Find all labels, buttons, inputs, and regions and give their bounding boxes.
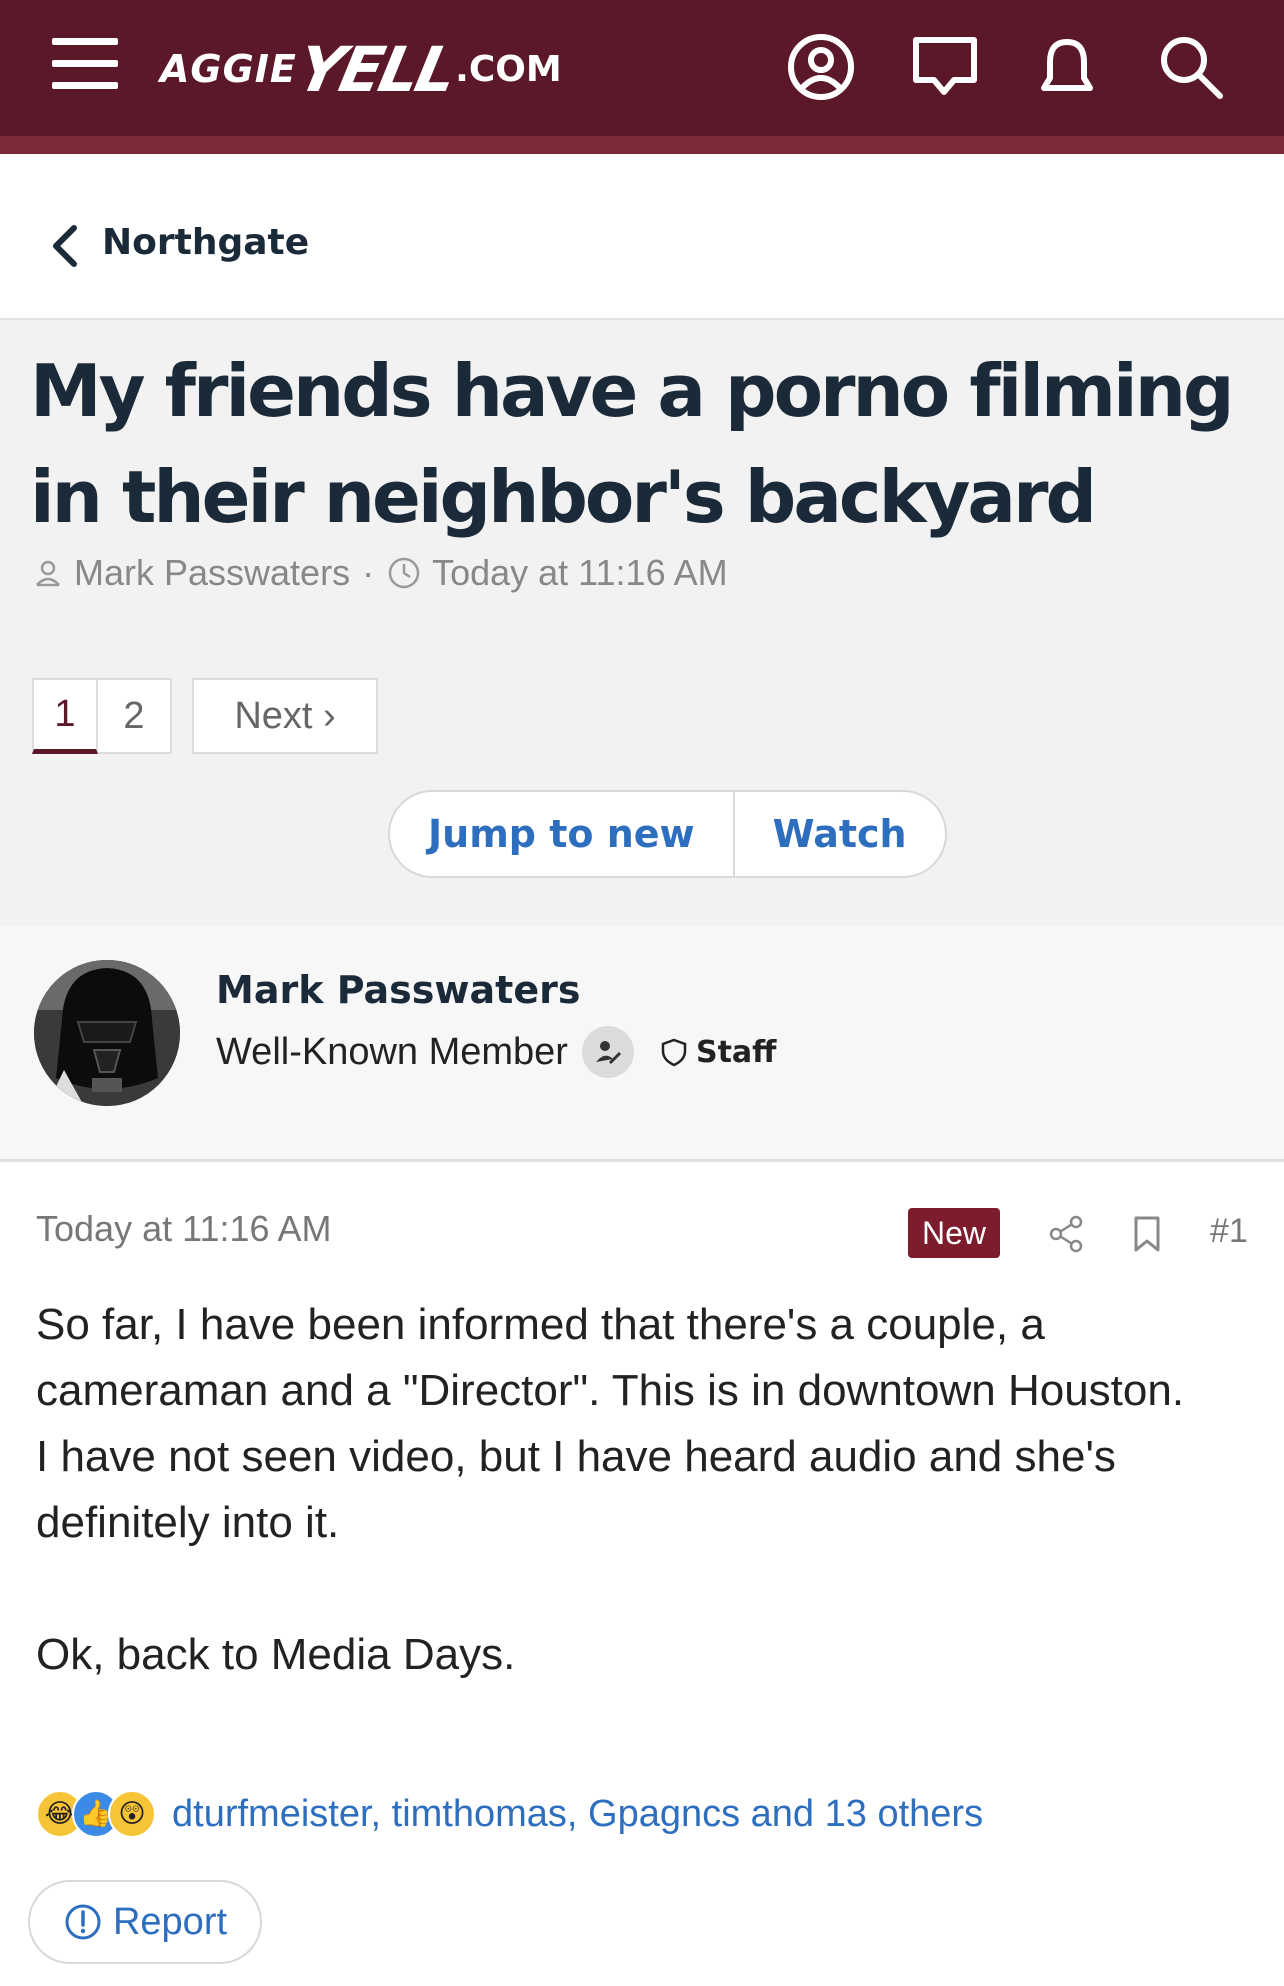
alert-circle-icon xyxy=(65,1904,101,1940)
thread-meta: Mark Passwaters · Today at 11:16 AM xyxy=(32,552,728,594)
wow-emoji-icon: 😲 xyxy=(108,1790,156,1838)
pagination: 1 2 Next › xyxy=(32,678,378,754)
thread-time[interactable]: Today at 11:16 AM xyxy=(432,552,728,594)
logo-text-yell: YELL xyxy=(291,32,461,106)
conversations-icon[interactable] xyxy=(904,26,986,108)
logo-text-com: .COM xyxy=(455,48,562,90)
reactions-list[interactable]: dturfmeister, timthomas, Gpagncs and 13 … xyxy=(172,1793,983,1836)
breadcrumb-label[interactable]: Northgate xyxy=(102,222,309,263)
shield-icon xyxy=(661,1038,687,1067)
thread-action-bar: Jump to new Watch xyxy=(388,790,947,878)
avatar-image xyxy=(34,960,180,1106)
page-1-link[interactable]: 1 xyxy=(32,678,98,754)
search-icon[interactable] xyxy=(1150,26,1232,108)
logo-text-aggie: AGGIE xyxy=(160,47,297,91)
staff-label: Staff xyxy=(695,1034,777,1070)
clock-icon xyxy=(388,557,420,589)
account-icon[interactable] xyxy=(780,26,862,108)
site-logo[interactable]: AGGIE YELL .COM xyxy=(160,32,562,106)
new-badge: New xyxy=(908,1208,1001,1258)
page-2-link[interactable]: 2 xyxy=(98,678,172,754)
chevron-left-icon xyxy=(53,225,77,267)
meta-separator: · xyxy=(362,552,375,593)
avatar[interactable] xyxy=(34,960,180,1106)
reactions-bar[interactable]: 😂 👍 😲 dturfmeister, timthomas, Gpagncs a… xyxy=(36,1790,983,1838)
user-title: Well-Known Member xyxy=(216,1030,568,1073)
member-badge-icon xyxy=(581,1026,634,1078)
user-role-line: Well-Known Member Staff xyxy=(216,1026,776,1078)
bookmark-icon[interactable] xyxy=(1130,1214,1164,1254)
post-username[interactable]: Mark Passwaters xyxy=(216,968,580,1012)
post-user-block: Mark Passwaters Well-Known Member Staff xyxy=(0,926,1284,1162)
alerts-icon[interactable] xyxy=(1026,26,1108,108)
post-body: So far, I have been informed that there'… xyxy=(36,1300,1185,1679)
top-navbar: AGGIE YELL .COM xyxy=(0,0,1284,154)
thread-author[interactable]: Mark Passwaters xyxy=(74,552,350,594)
next-page-button[interactable]: Next › xyxy=(192,678,378,754)
post-number[interactable]: #1 xyxy=(1210,1212,1248,1251)
header-stripe xyxy=(0,136,1284,154)
report-button[interactable]: Report xyxy=(28,1880,262,1964)
breadcrumb[interactable]: Northgate xyxy=(0,154,1284,320)
watch-button[interactable]: Watch xyxy=(735,792,945,876)
menu-icon[interactable] xyxy=(52,38,118,90)
staff-badge: Staff xyxy=(660,1034,777,1070)
jump-to-new-button[interactable]: Jump to new xyxy=(390,792,733,876)
share-icon[interactable] xyxy=(1046,1214,1086,1254)
thread-header: My friends have a porno filming in their… xyxy=(0,320,1284,926)
report-label[interactable]: Report xyxy=(113,1901,227,1944)
thread-title: My friends have a porno filming in their… xyxy=(30,349,1235,539)
user-icon xyxy=(36,560,60,587)
post-time[interactable]: Today at 11:16 AM xyxy=(36,1208,332,1250)
